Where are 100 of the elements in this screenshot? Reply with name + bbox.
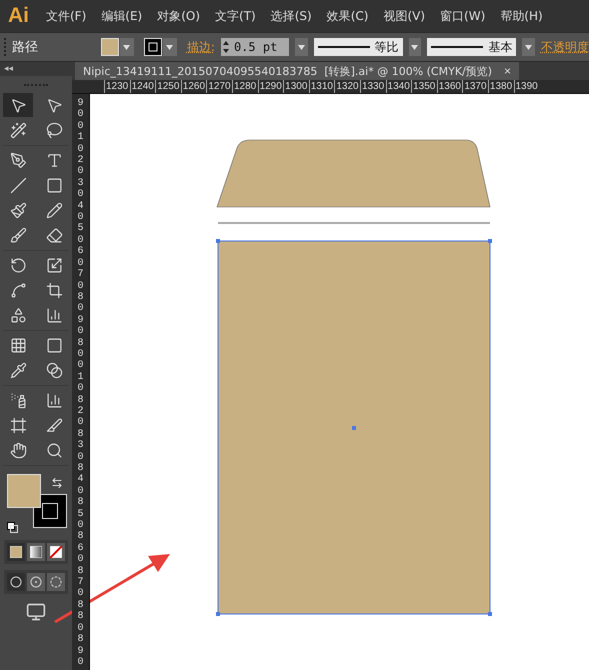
caret-icon [123, 44, 130, 50]
dropdown-button[interactable] [408, 38, 422, 56]
rotate-icon [10, 256, 26, 274]
ruler-label: 0 [77, 656, 84, 668]
lasso-icon [46, 122, 62, 138]
draw-mode-button[interactable] [27, 573, 45, 591]
ruler-label: 1280 [232, 80, 258, 93]
blend-icon [46, 362, 62, 378]
ruler-label: 2 [77, 406, 84, 418]
ruler-label: 0 [77, 383, 84, 395]
swap-icon[interactable] [51, 477, 63, 489]
dropdown-button[interactable] [522, 38, 535, 56]
rectangle-icon [46, 176, 62, 194]
dropdown-button[interactable] [294, 38, 308, 56]
color-mode-button[interactable] [47, 543, 65, 561]
ruler-label: 0 [77, 258, 84, 269]
ruler-label: 1270 [206, 80, 232, 93]
ruler-label: 1290 [258, 80, 284, 93]
paintbrush-icon [10, 202, 26, 218]
ruler-label: 0 [77, 326, 84, 338]
caret-icon [525, 44, 532, 50]
shapes-icon [10, 306, 26, 324]
ruler-label: 0 [77, 144, 84, 155]
draw-mode-button[interactable] [47, 573, 65, 591]
eyedropper-icon [10, 362, 26, 378]
stroke-weight-field[interactable]: 0.5 pt [220, 38, 289, 56]
ruler-label: 0 [77, 166, 84, 178]
none-icon [50, 546, 62, 558]
ruler-label: 4 [77, 200, 84, 212]
pointer-icon [46, 96, 62, 114]
profile-select[interactable]: 等比 [314, 38, 403, 56]
ruler-label: 8 [77, 566, 84, 577]
ruler-label: 1260 [180, 80, 206, 93]
ruler-label: 1300 [283, 80, 309, 93]
color-mode-button[interactable] [7, 543, 25, 561]
ruler-label: 8 [77, 531, 84, 543]
caret-icon [166, 44, 174, 50]
document-tab[interactable]: Nipic_13419111_20150704095540183785 [转换].ai* @ 100% (CMYK/预览) × [75, 62, 520, 80]
menu-item[interactable]: 视图(V) [383, 8, 426, 24]
ruler-label: 1390 [514, 80, 540, 93]
ruler-label: 8 [77, 338, 84, 349]
pointer-icon [10, 96, 26, 114]
menu-item[interactable]: 编辑(E) [101, 8, 142, 24]
ruler-label: 8 [77, 600, 84, 611]
menu-item[interactable]: 文件(F) [46, 8, 86, 24]
bar-chart-icon [46, 306, 62, 324]
tool-button[interactable] [3, 93, 33, 117]
gradient-icon [30, 546, 42, 558]
draw-normal-icon [10, 576, 22, 588]
brush-icon [10, 226, 26, 244]
slice-icon [46, 416, 62, 434]
caret-icon [298, 44, 305, 50]
ruler-label: 7 [77, 577, 84, 588]
ruler-label: 9 [77, 646, 84, 657]
ruler-label: 1250 [155, 80, 181, 93]
grid-icon [10, 336, 26, 354]
ruler-label: 0 [77, 303, 84, 315]
ruler-label: 0 [77, 452, 84, 463]
ruler-label: 6 [77, 542, 84, 554]
ruler-label: 6 [77, 246, 84, 258]
ruler-label: 8 [77, 611, 84, 623]
ruler-label: 0 [77, 520, 84, 532]
wand-icon [10, 122, 26, 138]
scale-icon [46, 256, 62, 274]
caret-icon [411, 44, 418, 50]
line-icon [10, 176, 26, 194]
ruler-label: 0 [77, 280, 84, 292]
dropdown-button[interactable] [162, 38, 177, 56]
ruler-label: 1230 [104, 80, 130, 93]
draw-behind-icon [30, 576, 42, 588]
menu-item[interactable]: 帮助(H) [500, 8, 543, 24]
screen-mode-icon[interactable] [26, 602, 46, 622]
ruler-label: 0 [77, 120, 84, 132]
ruler-label: 0 [77, 588, 84, 600]
stroke-swatch[interactable] [144, 38, 162, 56]
collapse-button[interactable]: ◂◂ [0, 64, 14, 74]
menu-item[interactable]: 效果(C) [326, 8, 368, 24]
square-icon [46, 336, 62, 354]
ruler-label: 8 [77, 463, 84, 474]
menu-item[interactable]: 文字(T) [215, 8, 256, 24]
fill-color-swatch[interactable] [7, 474, 41, 508]
bar-chart-icon [46, 392, 62, 408]
ruler-label: 0 [77, 360, 84, 372]
menu-item[interactable]: 窗口(W) [440, 8, 486, 24]
close-button[interactable]: × [504, 64, 512, 78]
menu-item[interactable]: 对象(O) [157, 8, 200, 24]
default-colors-icon[interactable] [7, 522, 18, 533]
ruler-label: 1 [77, 372, 84, 384]
color-mode-button[interactable] [27, 543, 45, 561]
draw-mode-button[interactable] [7, 573, 25, 591]
ruler-label: 0 [77, 189, 84, 201]
fill-swatch[interactable] [100, 38, 119, 56]
menu-item[interactable]: 选择(S) [270, 8, 312, 24]
ruler-label: 0 [77, 554, 84, 566]
brush-select[interactable]: 基本 [427, 38, 516, 56]
ruler-label: 0 [77, 348, 84, 360]
stroke-color-swatch[interactable] [33, 494, 67, 528]
dropdown-button[interactable] [120, 38, 134, 56]
curve-icon [10, 282, 26, 298]
ruler-label: 3 [77, 178, 84, 190]
